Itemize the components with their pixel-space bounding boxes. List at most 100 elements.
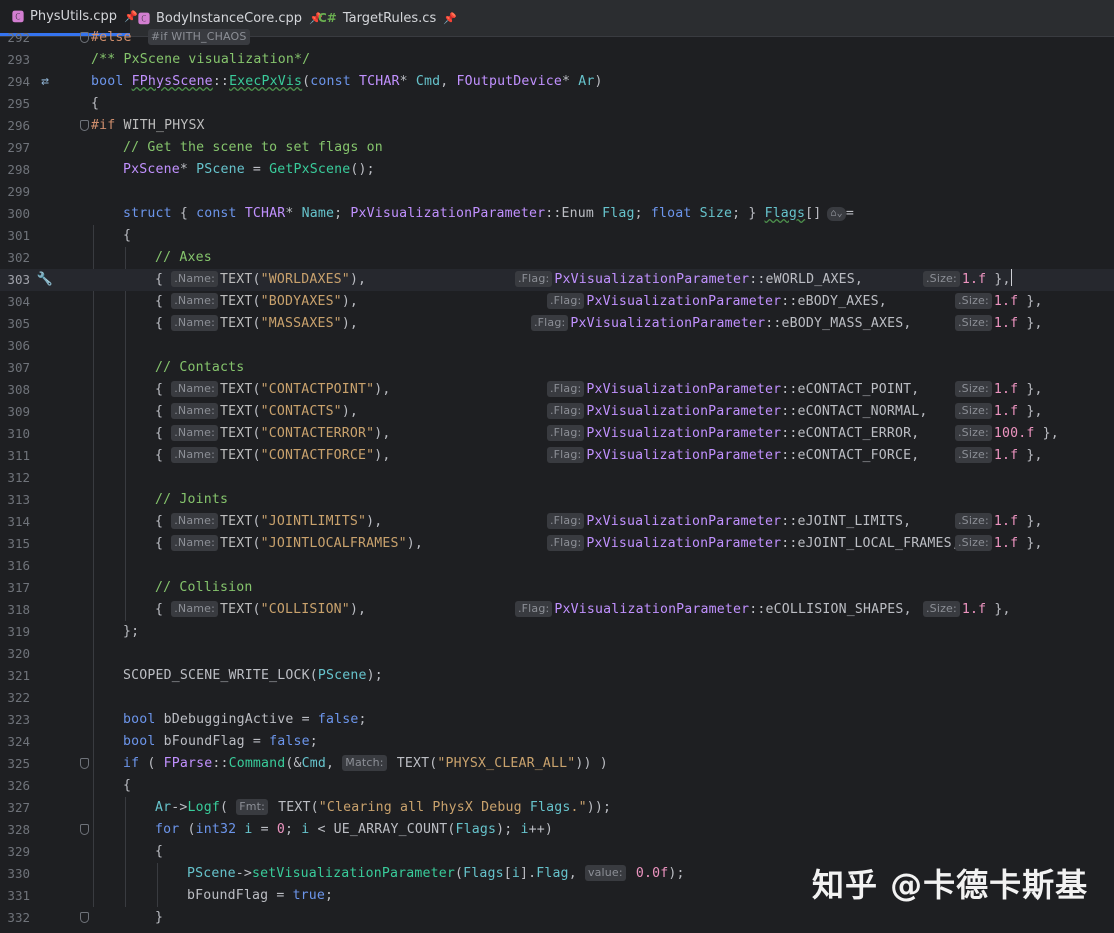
line-number[interactable]: 312: [0, 467, 30, 489]
code-line[interactable]: 293 /** PxScene visualization*/: [0, 49, 1114, 71]
code-line[interactable]: 314 { .Name: TEXT("JOINTLIMITS"), .Flag: PxV…: [0, 511, 1114, 533]
line-number[interactable]: 292: [0, 27, 30, 49]
code-line[interactable]: 308 { .Name: TEXT("CONTACTPOINT"), .Flag: Px…: [0, 379, 1114, 401]
code-line[interactable]: 307 // Contacts: [0, 357, 1114, 379]
code-line[interactable]: 327 Ar->Logf( Fmt: TEXT("Clearing all Phy…: [0, 797, 1114, 819]
code-line[interactable]: 296 #if WITH_PHYSX: [0, 115, 1114, 137]
code-text[interactable]: { .Name: TEXT("CONTACTERROR"), .Flag: PxVis…: [155, 423, 1059, 445]
code-text[interactable]: { .Name: TEXT("JOINTLOCALFRAMES"), .Flag: P…: [155, 533, 1042, 555]
line-number[interactable]: 315: [0, 533, 30, 555]
code-text[interactable]: // Collision: [155, 577, 252, 599]
line-number[interactable]: 303: [0, 269, 30, 291]
code-line[interactable]: 332}: [0, 907, 1114, 929]
line-number[interactable]: 297: [0, 137, 30, 159]
code-line[interactable]: 328 for (int32 i = 0; i < UE_ARRAY_COUNT(…: [0, 819, 1114, 841]
code-text[interactable]: /** PxScene visualization*/: [91, 49, 310, 71]
fold-marker-icon[interactable]: [80, 32, 89, 43]
code-line[interactable]: 324 bool bFoundFlag = false;: [0, 731, 1114, 753]
line-number[interactable]: 293: [0, 49, 30, 71]
fold-marker-icon[interactable]: [80, 120, 89, 131]
line-number[interactable]: 308: [0, 379, 30, 401]
line-number[interactable]: 329: [0, 841, 30, 863]
line-number[interactable]: 306: [0, 335, 30, 357]
line-number[interactable]: 326: [0, 775, 30, 797]
override-icon[interactable]: ⇄: [36, 71, 54, 93]
line-number[interactable]: 316: [0, 555, 30, 577]
code-line[interactable]: 297 // Get the scene to set flags on: [0, 137, 1114, 159]
line-number[interactable]: 320: [0, 643, 30, 665]
fold-marker-icon[interactable]: [80, 824, 89, 835]
code-text[interactable]: { .Name: TEXT("COLLISION"), .Flag: PxVisual…: [155, 599, 1010, 621]
code-text[interactable]: { .Name: TEXT("WORLDAXES"), .Flag: PxVisual…: [155, 269, 1012, 291]
code-text[interactable]: {: [123, 225, 131, 247]
line-number[interactable]: 327: [0, 797, 30, 819]
code-text[interactable]: bool bDebuggingActive = false;: [123, 709, 367, 731]
code-line[interactable]: 303 🔧 { .Name: TEXT("WORLDAXES"), .Flag: PxVi…: [0, 269, 1114, 291]
line-number[interactable]: 317: [0, 577, 30, 599]
pin-icon[interactable]: 📌: [443, 12, 457, 25]
code-line[interactable]: 306: [0, 335, 1114, 357]
line-number[interactable]: 301: [0, 225, 30, 247]
code-text[interactable]: bFoundFlag = true;: [187, 885, 333, 907]
code-text[interactable]: { .Name: TEXT("CONTACTFORCE"), .Flag: PxVis…: [155, 445, 1042, 467]
code-text[interactable]: PScene->setVisualizationParameter(Flags[…: [187, 863, 685, 885]
line-number[interactable]: 311: [0, 445, 30, 467]
code-line[interactable]: 319};: [0, 621, 1114, 643]
code-text[interactable]: { .Name: TEXT("BODYAXES"), .Flag: PxVisuali…: [155, 291, 1042, 313]
line-number[interactable]: 330: [0, 863, 30, 885]
code-text[interactable]: for (int32 i = 0; i < UE_ARRAY_COUNT(Fla…: [155, 819, 553, 841]
code-text[interactable]: {: [155, 841, 163, 863]
line-number[interactable]: 300: [0, 203, 30, 225]
code-text[interactable]: #else #if WITH_CHAOS: [91, 27, 252, 49]
code-text[interactable]: PxScene* PScene = GetPxScene();: [123, 159, 375, 181]
code-line[interactable]: 292 #else #if WITH_CHAOS: [0, 27, 1114, 49]
code-line[interactable]: 299: [0, 181, 1114, 203]
code-line[interactable]: 295 {: [0, 93, 1114, 115]
line-number[interactable]: 302: [0, 247, 30, 269]
code-text[interactable]: { .Name: TEXT("JOINTLIMITS"), .Flag: PxVisu…: [155, 511, 1042, 533]
code-text[interactable]: {: [123, 775, 131, 797]
code-text[interactable]: if ( FParse::Command(&Cmd, Match: TEXT("…: [123, 753, 608, 775]
code-line[interactable]: 325 if ( FParse::Command(&Cmd, Match: TEX…: [0, 753, 1114, 775]
line-number[interactable]: 313: [0, 489, 30, 511]
code-line[interactable]: 305 { .Name: TEXT("MASSAXES"), .Flag: PxVisu…: [0, 313, 1114, 335]
code-text[interactable]: bool FPhysScene::ExecPxVis(const TCHAR* …: [91, 71, 603, 93]
code-text[interactable]: Ar->Logf( Fmt: TEXT("Clearing all PhysX …: [155, 797, 611, 819]
code-text[interactable]: { .Name: TEXT("CONTACTPOINT"), .Flag: PxVis…: [155, 379, 1042, 401]
line-number[interactable]: 309: [0, 401, 30, 423]
line-number[interactable]: 321: [0, 665, 30, 687]
code-text[interactable]: SCOPED_SCENE_WRITE_LOCK(PScene);: [123, 665, 383, 687]
code-text[interactable]: // Get the scene to set flags on: [123, 137, 383, 159]
code-line[interactable]: 322: [0, 687, 1114, 709]
line-number[interactable]: 307: [0, 357, 30, 379]
code-text[interactable]: // Contacts: [155, 357, 244, 379]
code-line[interactable]: 313 // Joints: [0, 489, 1114, 511]
code-text[interactable]: };: [123, 621, 139, 643]
code-line[interactable]: 323 bool bDebuggingActive = false;: [0, 709, 1114, 731]
code-text[interactable]: #if WITH_PHYSX: [91, 115, 205, 137]
code-line[interactable]: 310 { .Name: TEXT("CONTACTERROR"), .Flag: Px…: [0, 423, 1114, 445]
line-number[interactable]: 294: [0, 71, 30, 93]
code-text[interactable]: bool bFoundFlag = false;: [123, 731, 318, 753]
fold-marker-icon[interactable]: [80, 912, 89, 923]
line-number[interactable]: 296: [0, 115, 30, 137]
code-text[interactable]: // Axes: [155, 247, 212, 269]
line-number[interactable]: 314: [0, 511, 30, 533]
code-line[interactable]: 304 { .Name: TEXT("BODYAXES"), .Flag: PxVisu…: [0, 291, 1114, 313]
code-line[interactable]: 302 // Axes: [0, 247, 1114, 269]
line-number[interactable]: 310: [0, 423, 30, 445]
line-number[interactable]: 318: [0, 599, 30, 621]
code-line[interactable]: 300 struct { const TCHAR* Name; PxVisuali…: [0, 203, 1114, 225]
line-number[interactable]: 322: [0, 687, 30, 709]
code-text[interactable]: struct { const TCHAR* Name; PxVisualizat…: [123, 203, 854, 225]
line-number[interactable]: 295: [0, 93, 30, 115]
code-line[interactable]: 311 { .Name: TEXT("CONTACTFORCE"), .Flag: Px…: [0, 445, 1114, 467]
code-line[interactable]: 301 {: [0, 225, 1114, 247]
code-text[interactable]: }: [155, 907, 163, 929]
line-number[interactable]: 332: [0, 907, 30, 929]
line-number[interactable]: 323: [0, 709, 30, 731]
wrench-icon[interactable]: 🔧: [36, 269, 54, 291]
code-editor[interactable]: 292 #else #if WITH_CHAOS 293 /** PxScene vi…: [0, 29, 1114, 933]
code-line[interactable]: 316: [0, 555, 1114, 577]
code-line[interactable]: 318 { .Name: TEXT("COLLISION"), .Flag: PxVis…: [0, 599, 1114, 621]
